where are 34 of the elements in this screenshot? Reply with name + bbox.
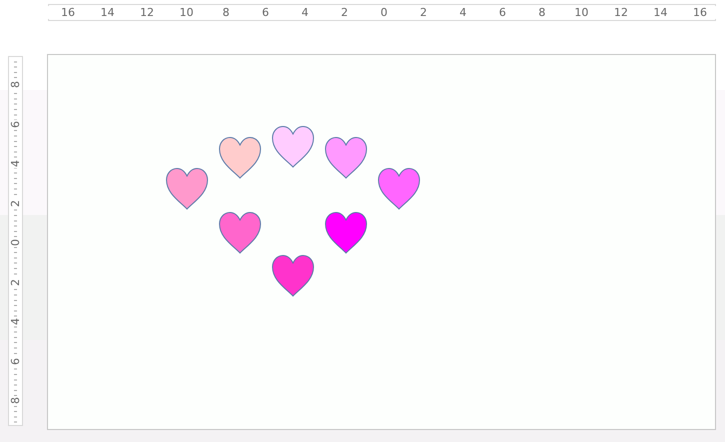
ruler-number: 12: [613, 6, 629, 19]
heart-shape[interactable]: [378, 168, 420, 210]
ruler-number: 2: [10, 278, 21, 287]
heart-shape[interactable]: [325, 137, 367, 178]
ruler-number: 8: [10, 396, 21, 406]
ruler-number: 12: [139, 6, 155, 19]
ruler-number: 2: [340, 6, 349, 19]
heart-shape[interactable]: [219, 212, 261, 254]
heart-shape[interactable]: [272, 255, 314, 296]
ruler-number: 4: [300, 6, 310, 19]
ruler-number: 4: [10, 317, 21, 326]
ruler-number: 4: [458, 6, 468, 19]
ruler-number: 4: [10, 159, 21, 168]
ruler-number: 6: [261, 6, 270, 19]
ruler-number: 8: [222, 6, 230, 19]
ruler-number: 0: [380, 6, 388, 19]
ruler-number: 14: [652, 6, 668, 19]
ruler-number: 2: [10, 198, 21, 208]
ruler-number: 8: [538, 6, 546, 19]
heart-shape[interactable]: [166, 168, 208, 210]
ruler-number: 10: [178, 6, 194, 19]
ruler-number: 6: [10, 356, 21, 366]
ruler-number: 14: [100, 6, 116, 19]
ruler-number: 16: [692, 6, 708, 19]
ruler-number: 16: [60, 6, 76, 19]
ruler-number: 6: [10, 120, 21, 129]
ruler-number: 0: [10, 238, 21, 248]
heart-shape[interactable]: [325, 212, 367, 254]
heart-shape[interactable]: [272, 126, 314, 168]
ruler-number: 6: [498, 6, 507, 19]
ruler-number: 10: [574, 6, 590, 19]
ruler-number: 2: [419, 6, 428, 19]
ruler-number: 8: [10, 80, 21, 90]
heart-shape[interactable]: [219, 137, 261, 178]
